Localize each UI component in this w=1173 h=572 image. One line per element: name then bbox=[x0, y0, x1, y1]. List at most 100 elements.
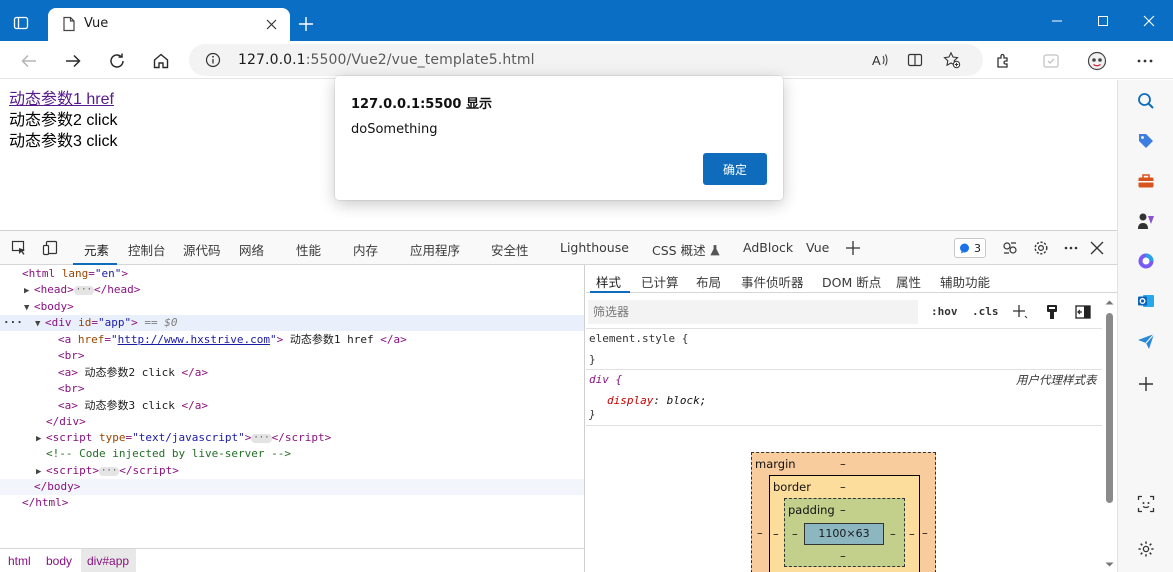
breadcrumb-div-app[interactable]: div#app bbox=[87, 554, 129, 568]
margin-right-value[interactable]: – bbox=[922, 526, 928, 540]
dom-node-script[interactable]: ▶ <script> ··· </script> bbox=[0, 463, 584, 479]
node-actions-icon[interactable]: ··· bbox=[3, 315, 23, 331]
scrollbar-thumb[interactable] bbox=[1106, 313, 1113, 503]
dom-node-body[interactable]: ▼ <body> bbox=[0, 299, 584, 315]
dom-node-body-close[interactable]: </body> bbox=[0, 479, 584, 495]
maximize-button[interactable] bbox=[1092, 12, 1114, 30]
dynamic-param-link-1[interactable]: 动态参数1 href bbox=[9, 89, 114, 110]
read-aloud-icon[interactable]: A bbox=[869, 49, 891, 71]
border-left-value[interactable]: – bbox=[773, 527, 779, 541]
toggle-sidebar-icon[interactable] bbox=[1074, 303, 1092, 321]
new-tab-button[interactable] bbox=[296, 14, 316, 34]
tab-actions-button[interactable] bbox=[8, 10, 34, 36]
back-button[interactable] bbox=[18, 50, 40, 72]
breadcrumb-body[interactable]: body bbox=[46, 554, 72, 568]
device-emulation-icon[interactable] bbox=[40, 239, 60, 257]
collapse-triangle-icon[interactable]: ▼ bbox=[35, 316, 45, 332]
expand-triangle-icon[interactable]: ▶ bbox=[36, 431, 46, 447]
styles-tab-event-listeners[interactable]: 事件侦听器 bbox=[741, 272, 804, 291]
devtools-tab-security[interactable]: 安全性 bbox=[491, 240, 529, 259]
devtools-tab-css-overview[interactable]: CSS 概述 bbox=[652, 240, 720, 259]
dynamic-param-link-2[interactable]: 动态参数2 click bbox=[9, 110, 117, 131]
send-drop-icon[interactable] bbox=[1134, 329, 1158, 353]
dom-node-head[interactable]: ▶ <head> ··· </head> bbox=[0, 282, 584, 298]
collapsed-ellipsis-icon[interactable]: ··· bbox=[73, 285, 95, 295]
breadcrumb-html[interactable]: html bbox=[8, 554, 31, 568]
dom-node-a-click-2[interactable]: <a> 动态参数2 click </a> bbox=[0, 365, 584, 381]
devtools-tab-sources[interactable]: 源代码 bbox=[183, 240, 221, 259]
alert-ok-button[interactable]: 确定 bbox=[703, 153, 767, 185]
info-icon[interactable] bbox=[205, 52, 221, 71]
border-right-value[interactable]: – bbox=[909, 527, 915, 541]
dynamic-param-link-3[interactable]: 动态参数3 click bbox=[9, 131, 117, 152]
styles-tab-accessibility[interactable]: 辅助功能 bbox=[940, 272, 990, 291]
styles-tab-layout[interactable]: 布局 bbox=[696, 272, 721, 291]
more-options-icon[interactable] bbox=[1134, 50, 1156, 72]
devtools-more-icon[interactable] bbox=[1061, 239, 1081, 257]
padding-right-value[interactable]: – bbox=[890, 527, 896, 541]
div-rule-selector[interactable]: div { bbox=[589, 373, 622, 386]
class-toggle[interactable]: .cls bbox=[972, 305, 999, 318]
microsoft-365-icon[interactable] bbox=[1134, 249, 1158, 273]
refresh-button[interactable] bbox=[106, 50, 128, 72]
styles-tab-dom-breakpoints[interactable]: DOM 断点 bbox=[822, 272, 881, 291]
collapse-triangle-icon[interactable]: ▼ bbox=[24, 300, 34, 316]
devtools-tab-application[interactable]: 应用程序 bbox=[410, 240, 460, 259]
styles-tab-computed[interactable]: 已计算 bbox=[641, 272, 679, 291]
shopping-tag-icon[interactable] bbox=[1134, 129, 1158, 153]
devtools-close-icon[interactable] bbox=[1087, 239, 1107, 257]
search-icon[interactable] bbox=[1134, 89, 1158, 113]
more-tools-plus-icon[interactable] bbox=[843, 239, 863, 257]
devtools-tab-console[interactable]: 控制台 bbox=[128, 240, 166, 259]
issues-badge[interactable]: 3 bbox=[954, 238, 986, 258]
close-window-button[interactable] bbox=[1138, 12, 1160, 30]
dom-node-script-type[interactable]: ▶ <script type="text/javascript"> ··· </scr… bbox=[0, 430, 584, 446]
display-property[interactable]: display: block; bbox=[607, 394, 706, 407]
inspect-element-icon[interactable] bbox=[9, 239, 29, 257]
box-model-content-size[interactable]: 1100×63 bbox=[804, 523, 884, 545]
devtools-tab-vue[interactable]: Vue bbox=[806, 240, 829, 255]
extensions-icon[interactable] bbox=[992, 50, 1014, 72]
devtools-tab-elements[interactable]: 元素 bbox=[84, 240, 109, 259]
outlook-icon[interactable] bbox=[1134, 289, 1158, 313]
tools-toolbox-icon[interactable] bbox=[1134, 169, 1158, 193]
padding-top-value[interactable]: – bbox=[840, 503, 846, 517]
minimize-button[interactable] bbox=[1046, 12, 1068, 30]
expand-triangle-icon[interactable]: ▶ bbox=[24, 283, 34, 299]
padding-bottom-value[interactable]: – bbox=[840, 549, 846, 563]
collapsed-ellipsis-icon[interactable]: ··· bbox=[99, 466, 120, 476]
connected-devices-icon[interactable] bbox=[1000, 239, 1020, 257]
dom-node-div-close[interactable]: </div> bbox=[0, 414, 584, 430]
address-bar[interactable]: 127.0.0.1:5500/Vue2/vue_template5.html A bbox=[189, 44, 983, 76]
padding-left-value[interactable]: – bbox=[792, 527, 798, 541]
box-model-border[interactable]: border – – – padding – – – – 1100×63 bbox=[769, 475, 920, 572]
home-button[interactable] bbox=[150, 50, 172, 72]
element-style-selector[interactable]: element.style { bbox=[589, 332, 688, 345]
devtools-tab-network[interactable]: 网络 bbox=[239, 240, 264, 259]
scroll-up-icon[interactable] bbox=[1105, 299, 1114, 305]
styles-scrollbar[interactable] bbox=[1102, 296, 1117, 572]
settings-gear-icon[interactable] bbox=[1134, 537, 1158, 561]
games-icon[interactable] bbox=[1134, 209, 1158, 233]
box-model-margin[interactable]: margin – – – border – – – padding – – – … bbox=[751, 452, 936, 572]
styles-tab-styles[interactable]: 样式 bbox=[596, 272, 621, 291]
add-sidebar-app-icon[interactable] bbox=[1134, 372, 1158, 396]
dom-node-comment[interactable]: <!-- Code injected by live-server --> bbox=[0, 446, 584, 462]
forward-button[interactable] bbox=[62, 50, 84, 72]
collapsed-ellipsis-icon[interactable]: ··· bbox=[251, 433, 272, 443]
hover-state-toggle[interactable]: :hov bbox=[931, 305, 958, 318]
split-screen-icon[interactable] bbox=[904, 49, 926, 71]
dom-node-br[interactable]: <br> bbox=[0, 381, 584, 397]
box-model-padding[interactable]: padding – – – – 1100×63 bbox=[784, 498, 905, 567]
dom-node-html[interactable]: <html lang="en"> bbox=[0, 266, 584, 282]
browser-essentials-icon[interactable] bbox=[1040, 50, 1062, 72]
scroll-down-icon[interactable] bbox=[1105, 562, 1114, 568]
expand-triangle-icon[interactable]: ▶ bbox=[36, 464, 46, 480]
favorite-add-icon[interactable] bbox=[941, 49, 963, 71]
margin-top-value[interactable]: – bbox=[840, 457, 846, 471]
screenshot-icon[interactable] bbox=[1134, 492, 1158, 516]
styles-filter-input[interactable] bbox=[588, 300, 918, 324]
color-format-icon[interactable] bbox=[1043, 303, 1061, 321]
dom-node-a-href[interactable]: <a href="http://www.hxstrive.com"> 动态参数1… bbox=[0, 332, 584, 348]
dom-node-html-close[interactable]: </html> bbox=[0, 495, 584, 511]
